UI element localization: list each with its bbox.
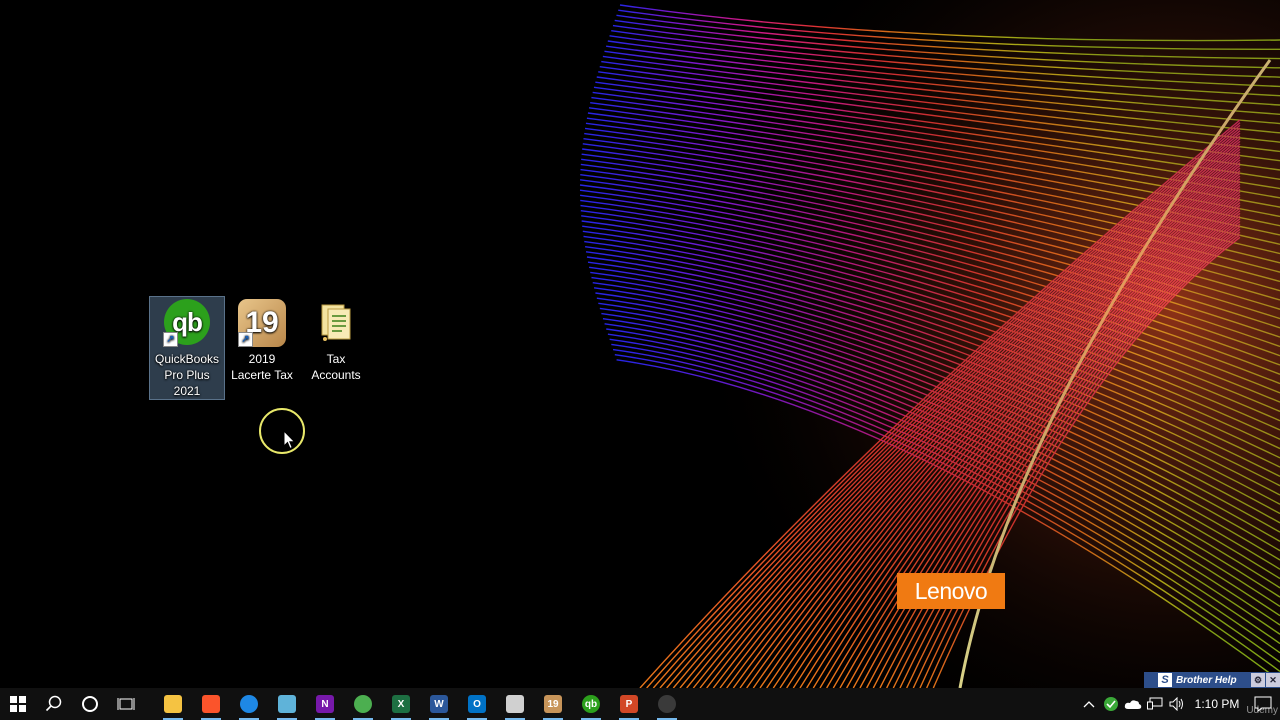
folder-icon — [312, 299, 360, 347]
taskbar-app-obs[interactable] — [648, 688, 686, 720]
obs-icon — [658, 695, 676, 713]
network-icon[interactable] — [1144, 688, 1166, 720]
desktop-icon-label: QuickBooks Pro Plus 2021 — [154, 352, 220, 398]
lacerte-icon: 19 — [544, 695, 562, 713]
desktop[interactable]: qb ↗ QuickBooks Pro Plus 2021 19 ↗ 2019 … — [0, 0, 1280, 688]
close-icon[interactable]: ✕ — [1266, 673, 1280, 687]
udemy-watermark: Udemy — [1246, 705, 1278, 716]
desktop-icon-tax-accounts[interactable]: Tax Accounts — [299, 297, 373, 383]
update-icon[interactable] — [1100, 688, 1122, 720]
taskbar-app-lacerte[interactable]: 19 — [534, 688, 572, 720]
brother-logo-icon: S — [1158, 673, 1172, 687]
settings-icon[interactable]: ⚙ — [1251, 673, 1265, 687]
file-explorer-icon — [164, 695, 182, 713]
chrome-icon — [354, 695, 372, 713]
search-icon[interactable] — [36, 688, 72, 720]
taskbar-app-brave[interactable] — [192, 688, 230, 720]
desktop-icon-lacerte[interactable]: 19 ↗ 2019 Lacerte Tax — [225, 297, 299, 383]
excel-icon: X — [392, 695, 410, 713]
taskbar-apps: N X W O 19 qb P — [154, 688, 686, 720]
brother-help-label: Brother Help — [1176, 674, 1237, 686]
shortcut-arrow-icon: ↗ — [163, 332, 178, 347]
edge-icon — [240, 695, 258, 713]
lenovo-logo: Lenovo — [897, 573, 1005, 609]
quickbooks-icon: qb — [582, 695, 600, 713]
onenote-icon: N — [316, 695, 334, 713]
taskbar-app-snipping-tool[interactable] — [268, 688, 306, 720]
taskbar-app-outlook[interactable]: O — [458, 688, 496, 720]
quickbooks-icon: qb ↗ — [163, 299, 211, 347]
taskbar-app-powerpoint[interactable]: P — [610, 688, 648, 720]
desktop-icon-label: Tax Accounts — [311, 352, 361, 382]
taskbar-app-paint[interactable] — [496, 688, 534, 720]
taskbar-app-onenote[interactable]: N — [306, 688, 344, 720]
brave-icon — [202, 695, 220, 713]
word-icon: W — [430, 695, 448, 713]
shortcut-arrow-icon: ↗ — [238, 332, 253, 347]
volume-icon[interactable] — [1166, 688, 1188, 720]
powerpoint-icon: P — [620, 695, 638, 713]
snipping-tool-icon — [278, 695, 296, 713]
taskbar-app-chrome[interactable] — [344, 688, 382, 720]
taskbar-app-quickbooks[interactable]: qb — [572, 688, 610, 720]
clock[interactable]: 1:10 PM — [1188, 697, 1246, 711]
desktop-icon-label: 2019 Lacerte Tax — [231, 352, 293, 382]
taskbar-app-word[interactable]: W — [420, 688, 458, 720]
windows-start-icon[interactable] — [0, 688, 36, 720]
chevron-up-icon[interactable] — [1078, 688, 1100, 720]
mouse-pointer-icon — [283, 430, 296, 450]
paint-icon — [506, 695, 524, 713]
taskbar-app-excel[interactable]: X — [382, 688, 420, 720]
onedrive-icon[interactable] — [1122, 688, 1144, 720]
task-view-icon[interactable] — [108, 688, 144, 720]
taskbar: N X W O 19 qb P 1:10 PM Udemy — [0, 688, 1280, 720]
outlook-icon: O — [468, 695, 486, 713]
cortana-icon[interactable] — [72, 688, 108, 720]
cursor-highlight-ring — [259, 408, 305, 454]
taskbar-app-edge[interactable] — [230, 688, 268, 720]
desktop-icon-quickbooks[interactable]: qb ↗ QuickBooks Pro Plus 2021 — [149, 296, 225, 400]
taskbar-app-file-explorer[interactable] — [154, 688, 192, 720]
brother-help-widget[interactable]: S Brother Help ⚙ ✕ — [1144, 672, 1280, 688]
lacerte-icon: 19 ↗ — [238, 299, 286, 347]
